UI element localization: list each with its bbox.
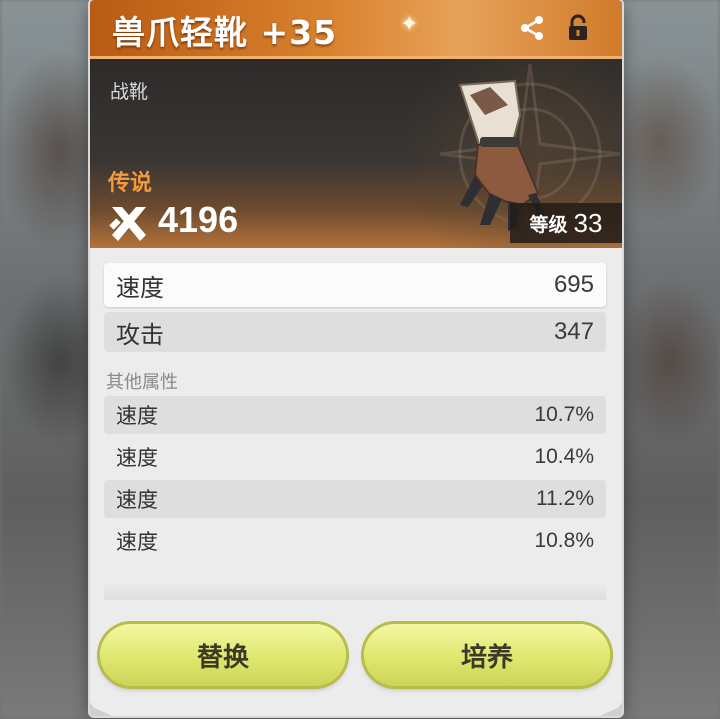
- main-stat-row: 速度 695: [104, 263, 606, 307]
- sub-stat-row: 速度 10.8%: [104, 522, 606, 560]
- level-badge: 等级 33: [510, 203, 622, 243]
- sub-stats-title: 其他属性: [106, 372, 178, 393]
- replace-button[interactable]: 替换: [100, 624, 346, 686]
- lock-icon[interactable]: [562, 12, 594, 44]
- stat-label: 速度: [116, 530, 158, 554]
- stat-value: 10.4%: [534, 445, 594, 468]
- level-label: 等级: [529, 213, 568, 236]
- stat-value: 10.7%: [534, 403, 594, 426]
- sparkle-decoration: ✦: [400, 12, 419, 37]
- corner-ornament: [600, 702, 622, 716]
- stat-label: 攻击: [116, 320, 164, 349]
- enhance-button[interactable]: 培养: [364, 624, 610, 686]
- stat-value: 10.8%: [534, 529, 594, 552]
- share-icon[interactable]: [516, 12, 548, 44]
- sub-stat-row: 速度 11.2%: [104, 480, 606, 518]
- stat-label: 速度: [116, 404, 158, 428]
- level-value: 33: [573, 207, 603, 238]
- sub-stat-row: 速度 10.4%: [104, 438, 606, 476]
- power-icon: [109, 207, 146, 241]
- stat-value: 695: [553, 271, 594, 298]
- divider: [104, 582, 606, 600]
- stat-label: 速度: [116, 446, 158, 470]
- item-rarity: 传说: [108, 171, 153, 196]
- item-power: 4196: [158, 199, 239, 240]
- item-detail-panel: ✦ 兽爪轻靴 +35 战靴 传说 4196 等级 33 速度 695 攻击 34…: [90, 0, 622, 716]
- stat-value: 11.2%: [536, 487, 594, 510]
- corner-ornament: [90, 702, 112, 716]
- main-stat-row: 攻击 347: [104, 312, 606, 352]
- title-bar: ✦ 兽爪轻靴 +35: [90, 0, 622, 59]
- item-hero: 战靴 传说 4196 等级 33: [90, 59, 622, 248]
- stat-label: 速度: [116, 488, 158, 512]
- stat-label: 速度: [116, 273, 164, 302]
- item-name: 兽爪轻靴 +35: [112, 13, 338, 52]
- sub-stat-row: 速度 10.7%: [104, 396, 606, 434]
- item-slot-type: 战靴: [110, 81, 149, 103]
- stat-value: 347: [553, 318, 594, 345]
